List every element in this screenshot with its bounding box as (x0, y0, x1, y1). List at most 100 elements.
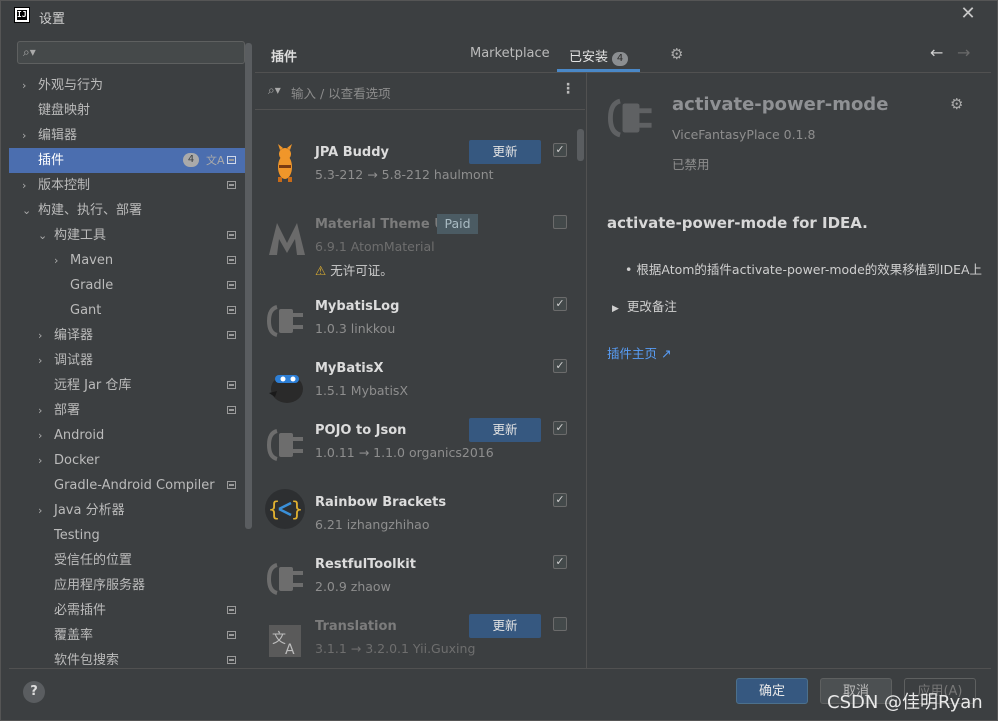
license-warning: ⚠ 无许可证。 (315, 263, 393, 278)
plugin-plug-icon (266, 303, 303, 339)
project-level-icon (227, 281, 236, 289)
tree-item-vcs[interactable]: › 版本控制 (9, 173, 246, 198)
update-button[interactable]: 更新 (469, 614, 541, 638)
plugin-list-panel: ⌕▾ 输入 / 以查看选项 ⋮ JPA Buddy 更新 ✓ 5.3-212 →… (255, 73, 585, 668)
plugin-item-restfultoolkit[interactable]: RestfulToolkit ✓ 2.0.9 zhaow (255, 555, 585, 619)
chevron-right-icon: › (54, 254, 59, 267)
plugin-enabled-checkbox[interactable]: ✓ (553, 555, 567, 569)
rainbow-brackets-icon: {} (263, 487, 305, 529)
tree-item-maven[interactable]: › Maven (9, 248, 246, 273)
plugin-item-mybatisx[interactable]: MyBatisX ✓ 1.5.1 MybatisX (255, 359, 585, 423)
tree-item-gant[interactable]: Gant (9, 298, 246, 323)
svg-text:{: { (268, 497, 280, 521)
ok-button[interactable]: 确定 (736, 678, 808, 704)
plugin-list-scrollbar[interactable] (577, 129, 584, 161)
more-options-icon[interactable]: ⋮ (561, 81, 575, 97)
project-level-icon (227, 656, 236, 664)
search-divider (255, 109, 585, 110)
tree-item-required-plugins[interactable]: 必需插件 (9, 598, 246, 623)
plugin-item-material-theme[interactable]: Material Theme UI Paid 6.9.1 AtomMateria… (255, 214, 585, 279)
installed-count-badge: 4 (612, 52, 629, 66)
project-level-icon (227, 306, 236, 314)
plugin-enabled-checkbox[interactable]: ✓ (553, 297, 567, 311)
project-level-icon (227, 181, 236, 189)
tree-item-docker[interactable]: › Docker (9, 448, 246, 473)
plugin-item-jpa-buddy[interactable]: JPA Buddy 更新 ✓ 5.3-212 → 5.8-212 haulmon… (255, 140, 585, 207)
settings-tree-panel: ⌕▾ › 外观与行为 键盘映射 › 编辑器 插件 4 文A › 版本控制 ⌄ 构建、执行、部… (9, 32, 254, 668)
tree-item-gradle-android-compiler[interactable]: Gradle-Android Compiler (9, 473, 246, 498)
tree-item-java-profiler[interactable]: › Java 分析器 (9, 498, 246, 523)
plugin-item-translation[interactable]: 文A Translation 更新 3.1.1 → 3.2.0.1 Yii.Gu… (255, 614, 585, 668)
chevron-right-icon: › (38, 354, 43, 367)
plugin-search-input[interactable]: ⌕▾ 输入 / 以查看选项 ⋮ (255, 73, 585, 109)
project-level-icon (227, 231, 236, 239)
gear-icon[interactable]: ⚙ (950, 95, 963, 113)
settings-search-input[interactable]: ⌕▾ (17, 41, 245, 64)
plugin-update-badge: 4 (183, 153, 199, 167)
plugin-enabled-checkbox[interactable]: ✓ (553, 143, 567, 157)
plugin-homepage-link[interactable]: 插件主页 ↗ (607, 343, 671, 362)
description-bullet: • 根据Atom的插件activate-power-mode的效果移植到IDEA… (625, 262, 983, 277)
update-button[interactable]: 更新 (469, 418, 541, 442)
plugin-enabled-checkbox[interactable]: ✓ (553, 421, 567, 435)
warning-icon: ⚠ (315, 263, 327, 278)
tree-item-compiler[interactable]: › 编译器 (9, 323, 246, 348)
tab-marketplace[interactable]: Marketplace (470, 46, 550, 61)
forward-arrow-icon[interactable]: → (957, 43, 970, 62)
tree-item-editor[interactable]: › 编辑器 (9, 123, 246, 148)
update-button[interactable]: 更新 (469, 140, 541, 164)
tree-item-deployment[interactable]: › 部署 (9, 398, 246, 423)
intellij-app-icon: IJ (14, 7, 30, 23)
project-level-icon (227, 381, 236, 389)
project-level-icon (227, 331, 236, 339)
mybatisx-bird-icon (267, 365, 303, 403)
gear-icon[interactable]: ⚙ (670, 45, 683, 63)
material-theme-icon (267, 221, 305, 257)
plugin-plug-icon (607, 95, 654, 144)
plugin-enabled-checkbox[interactable] (553, 215, 567, 229)
plugin-plug-icon (266, 561, 303, 597)
project-level-icon (227, 256, 236, 264)
settings-dialog: IJ 设置 ✕ ⌕▾ › 外观与行为 键盘映射 › 编辑器 插件 4 文A › 版本控制 … (0, 0, 998, 721)
project-level-icon (227, 631, 236, 639)
chevron-right-icon: › (38, 329, 43, 342)
plugin-item-rainbow-brackets[interactable]: {} Rainbow Brackets ✓ 6.21 izhangzhihao (255, 489, 585, 557)
tree-item-build-tools[interactable]: ⌄ 构建工具 (9, 223, 246, 248)
plugin-detail-name: activate-power-mode (672, 94, 889, 115)
plugin-item-pojo-to-json[interactable]: POJO to Json 更新 ✓ 1.0.11 → 1.1.0 organic… (255, 418, 585, 485)
chevron-right-icon: › (22, 179, 27, 192)
plugin-enabled-checkbox[interactable]: ✓ (553, 359, 567, 373)
plugin-enabled-checkbox[interactable] (553, 617, 567, 631)
tab-installed[interactable]: 已安装 4 (569, 46, 629, 66)
triangle-right-icon: ▶ (612, 304, 619, 314)
watermark: CSDN @佳明Ryan (827, 692, 983, 713)
tree-item-debugger[interactable]: › 调试器 (9, 348, 246, 373)
project-level-icon (227, 481, 236, 489)
plugin-enabled-checkbox[interactable]: ✓ (553, 493, 567, 507)
tree-item-app-servers[interactable]: 应用程序服务器 (9, 573, 246, 598)
list-detail-divider (586, 73, 587, 668)
svg-text:}: } (291, 497, 303, 521)
tree-item-gradle[interactable]: Gradle (9, 273, 246, 298)
page-title: 插件 (271, 50, 298, 65)
left-scrollbar[interactable] (245, 43, 252, 529)
tree-item-trusted-locations[interactable]: 受信任的位置 (9, 548, 246, 573)
chevron-right-icon: › (38, 504, 43, 517)
tree-item-remote-jar[interactable]: 远程 Jar 仓库 (9, 373, 246, 398)
tree-item-build[interactable]: ⌄ 构建、执行、部署 (9, 198, 246, 223)
close-icon[interactable]: ✕ (959, 5, 977, 23)
help-button[interactable]: ? (23, 681, 45, 703)
tree-item-testing[interactable]: Testing (9, 523, 246, 548)
tree-item-appearance[interactable]: › 外观与行为 (9, 73, 246, 98)
back-arrow-icon[interactable]: ← (930, 43, 943, 62)
chevron-right-icon: › (38, 429, 43, 442)
tree-item-android[interactable]: › Android (9, 423, 246, 448)
paid-badge: Paid (437, 214, 478, 234)
tree-item-plugins[interactable]: 插件 4 文A (9, 148, 246, 173)
tree-item-coverage[interactable]: 覆盖率 (9, 623, 246, 648)
tree-item-keymap[interactable]: 键盘映射 (9, 98, 246, 123)
tree-item-package-search[interactable]: 软件包搜索 (9, 648, 246, 668)
change-notes-toggle[interactable]: ▶ 更改备注 (612, 296, 677, 315)
plugin-plug-icon (266, 427, 303, 463)
plugin-item-mybatislog[interactable]: MybatisLog ✓ 1.0.3 linkkou (255, 297, 585, 361)
